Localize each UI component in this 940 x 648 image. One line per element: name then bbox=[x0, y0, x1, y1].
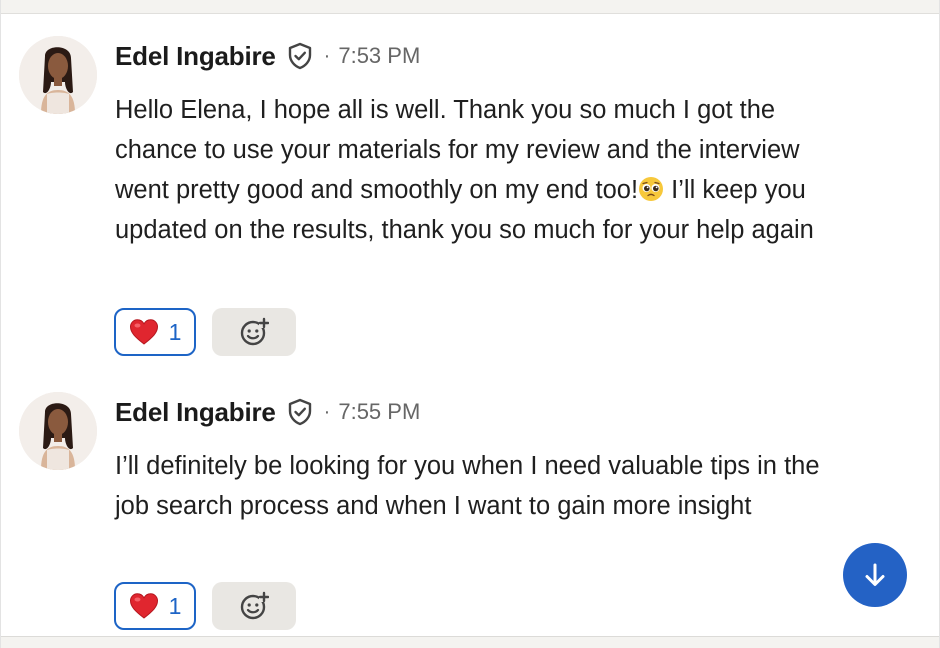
shield-check-icon bbox=[286, 42, 314, 70]
add-reaction-button[interactable] bbox=[212, 582, 296, 630]
arrow-down-icon bbox=[861, 561, 889, 589]
separator-dot: · bbox=[323, 400, 331, 423]
reaction-count: 1 bbox=[168, 592, 182, 619]
timestamp: 7:55 PM bbox=[338, 399, 421, 424]
add-reaction-button[interactable] bbox=[212, 308, 296, 356]
heart-reaction-button[interactable]: 1 bbox=[114, 308, 196, 356]
add-reaction-icon bbox=[239, 317, 269, 347]
sender-name[interactable]: Edel Ingabire bbox=[115, 41, 276, 72]
add-reaction-icon bbox=[239, 591, 269, 621]
message-text: I’ll definitely be looking for you when … bbox=[115, 452, 820, 520]
sender-name[interactable]: Edel Ingabire bbox=[115, 397, 276, 428]
red-heart-icon bbox=[129, 318, 159, 346]
conversation-pane: Edel Ingabire · 7:53 PM Hello Elena, I h… bbox=[0, 0, 940, 648]
reaction-count: 1 bbox=[168, 318, 182, 345]
timestamp: 7:53 PM bbox=[338, 43, 421, 68]
avatar[interactable] bbox=[19, 392, 97, 470]
heart-reaction-button[interactable]: 1 bbox=[114, 582, 196, 630]
message-composer-edge bbox=[1, 636, 939, 648]
reactions-bar: 1 bbox=[114, 582, 296, 630]
pleading-face-emoji bbox=[638, 174, 664, 201]
avatar[interactable] bbox=[19, 36, 97, 114]
scroll-to-bottom-button[interactable] bbox=[843, 543, 907, 607]
message-text: Hello Elena, I hope all is well. Thank y… bbox=[115, 90, 835, 250]
red-heart-icon bbox=[129, 592, 159, 620]
reactions-bar: 1 bbox=[114, 308, 296, 356]
shield-check-icon bbox=[286, 398, 314, 426]
previous-message-edge bbox=[1, 0, 939, 14]
message-header: Edel Ingabire · 7:55 PM bbox=[115, 396, 420, 428]
message-header: Edel Ingabire · 7:53 PM bbox=[115, 40, 420, 72]
separator-dot: · bbox=[323, 44, 331, 67]
